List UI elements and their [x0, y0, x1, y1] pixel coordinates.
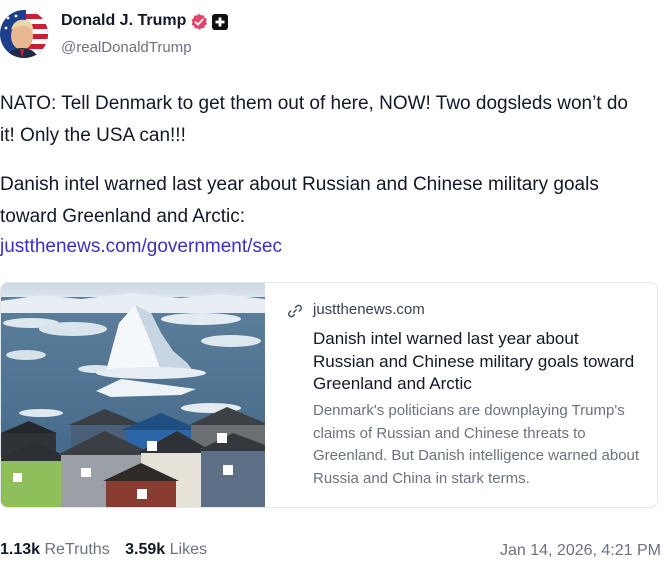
verified-badge-icon — [191, 13, 207, 30]
greenland-iceberg-image — [1, 283, 265, 507]
avatar[interactable] — [0, 10, 48, 58]
truth-post: Donald J. Trump @realDonaldTrump NATO: T… — [0, 0, 667, 581]
retruths-stat[interactable]: 1.13k ReTruths — [0, 541, 110, 559]
plus-badge-icon — [212, 14, 228, 30]
likes-label: Likes — [169, 541, 208, 558]
card-title: Danish intel warned last year about Russ… — [313, 329, 635, 393]
card-description: Denmark's politicians are downplaying Tr… — [313, 402, 640, 487]
avatar-portrait-icon — [0, 10, 48, 58]
link-icon — [288, 304, 302, 318]
post-paragraph: NATO: Tell Denmark to get them out of he… — [0, 93, 628, 146]
post-stats: 1.13k ReTruths 3.59k Likes — [0, 541, 218, 559]
card-thumbnail — [1, 283, 265, 507]
post-link[interactable]: justthenews.com/government/sec — [0, 236, 282, 257]
display-name[interactable]: Donald J. Trump — [61, 12, 186, 30]
user-handle[interactable]: @realDonaldTrump — [61, 39, 192, 56]
post-timestamp[interactable]: Jan 14, 2026, 4:21 PM — [500, 542, 661, 560]
card-domain: justthenews.com — [313, 301, 425, 318]
post-link-line: justthenews.com/government/sec — [0, 231, 640, 263]
link-preview-card[interactable]: justthenews.com Danish intel warned last… — [0, 282, 658, 508]
retruths-count: 1.13k — [0, 541, 41, 558]
card-body: justthenews.com Danish intel warned last… — [287, 283, 657, 507]
likes-stat[interactable]: 3.59k Likes — [125, 541, 207, 559]
retruths-label: ReTruths — [44, 541, 110, 558]
post-paragraph: Danish intel warned last year about Russ… — [0, 174, 599, 227]
likes-count: 3.59k — [125, 541, 166, 558]
